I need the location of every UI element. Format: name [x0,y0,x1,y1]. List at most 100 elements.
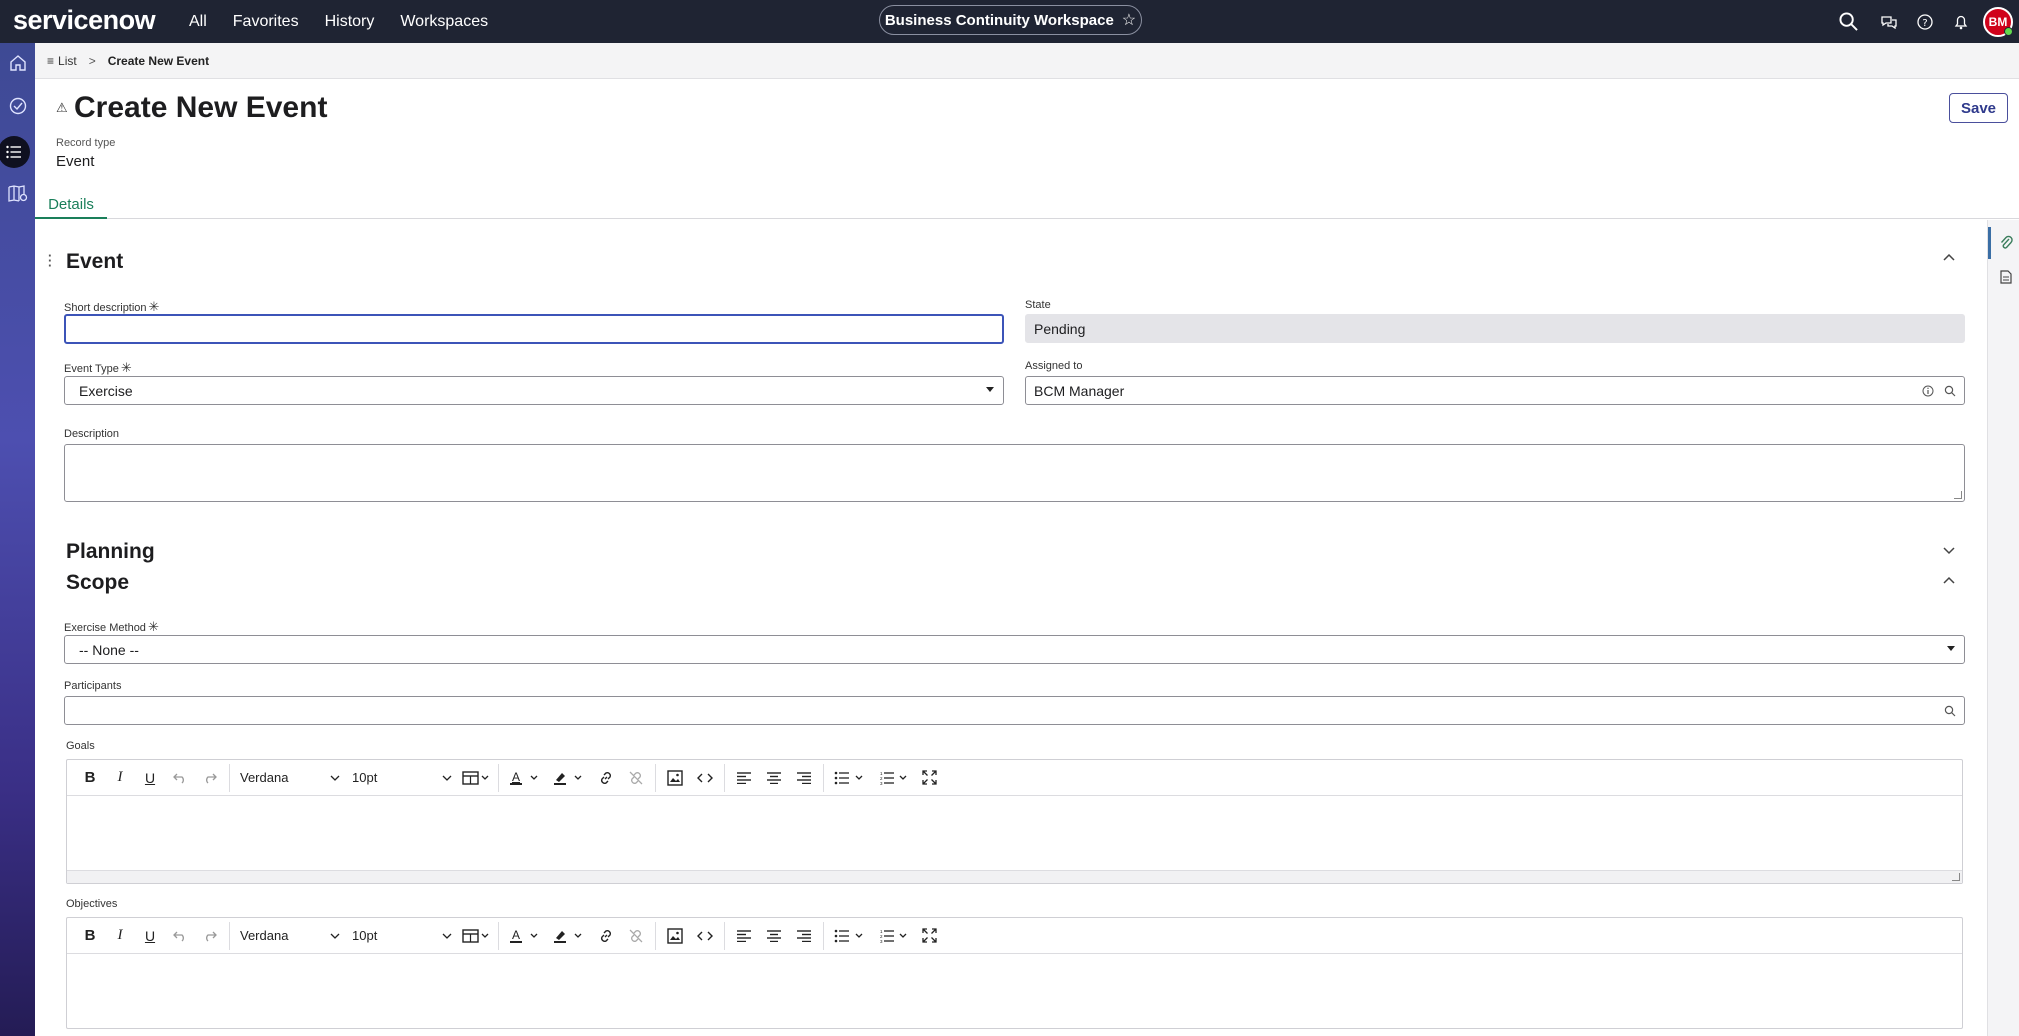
chevron-down-icon [330,933,340,939]
section-title-event: Event [66,250,124,273]
toolbar-divider [823,763,824,792]
nav-workspaces[interactable]: Workspaces [387,13,501,31]
undo-icon[interactable] [165,918,195,954]
bullet-list-icon[interactable] [828,760,872,796]
lookup-search-icon[interactable] [1944,704,1956,720]
resize-handle-icon[interactable] [1952,873,1960,881]
record-type-value: Event [56,153,95,170]
top-navigation-bar: servicenow All Favorites History Workspa… [0,0,2019,43]
toolbar-divider [655,921,656,950]
redo-icon[interactable] [195,918,225,954]
code-icon[interactable] [690,918,720,954]
nav-favorites[interactable]: Favorites [220,13,312,31]
resize-handle-icon[interactable] [1954,491,1962,499]
numbered-list-icon[interactable]: 123 [872,918,916,954]
lookup-search-icon[interactable] [1944,384,1956,400]
toolbar-divider [498,921,499,950]
map-settings-icon[interactable] [0,176,35,212]
exercise-method-value: -- None -- [79,641,139,658]
highlight-color-icon[interactable] [547,760,591,796]
align-right-icon[interactable] [789,760,819,796]
text-color-icon[interactable]: A [503,760,547,796]
numbered-list-icon[interactable]: 123 [872,760,916,796]
short-description-label: Short description ✳ [64,299,160,314]
undo-icon[interactable] [165,760,195,796]
list-icon[interactable] [0,136,30,168]
link-icon[interactable] [591,918,621,954]
bullet-list-icon[interactable] [828,918,872,954]
help-icon[interactable]: ? [1907,0,1943,43]
goals-editor-body[interactable] [67,796,1962,870]
home-icon[interactable] [0,45,35,81]
align-left-icon[interactable] [729,918,759,954]
editor-toolbar: B I U Verdana 10pt A 123 [67,918,1962,954]
event-type-label: Event Type ✳ [64,360,132,375]
font-family-select[interactable]: Verdana [234,918,346,954]
active-indicator [1988,227,1991,259]
exercise-method-select[interactable]: -- None -- [64,635,1965,664]
align-center-icon[interactable] [759,918,789,954]
check-circle-icon[interactable] [0,88,35,124]
breadcrumb-separator: > [88,53,96,68]
participants-input[interactable] [64,696,1965,725]
save-button[interactable]: Save [1949,93,2008,123]
star-icon[interactable]: ☆ [1122,10,1136,30]
attachment-icon[interactable] [1994,231,2018,255]
chevron-up-icon[interactable] [1941,573,1957,589]
font-size-select[interactable]: 10pt [346,760,458,796]
align-center-icon[interactable] [759,760,789,796]
bold-icon[interactable]: B [75,918,105,954]
fullscreen-icon[interactable] [916,918,942,954]
unlink-icon[interactable] [621,760,651,796]
search-icon[interactable] [1825,0,1871,43]
nav-history[interactable]: History [312,13,388,31]
section-title-scope[interactable]: Scope [66,571,129,595]
image-icon[interactable] [660,918,690,954]
bold-icon[interactable]: B [75,760,105,796]
align-right-icon[interactable] [789,918,819,954]
italic-icon[interactable]: I [105,918,135,954]
info-icon[interactable] [1922,384,1934,400]
event-type-select[interactable]: Exercise [64,376,1004,405]
objectives-editor-body[interactable] [67,954,1962,1028]
image-icon[interactable] [660,760,690,796]
workspace-title-pill[interactable]: Business Continuity Workspace ☆ [879,5,1142,35]
font-size-select[interactable]: 10pt [346,918,458,954]
underline-icon[interactable]: U [135,760,165,796]
goals-label: Goals [66,740,95,752]
unlink-icon[interactable] [621,918,651,954]
tab-details[interactable]: Details [35,191,107,219]
assigned-to-field[interactable]: BCM Manager [1025,376,1965,405]
align-left-icon[interactable] [729,760,759,796]
table-icon[interactable] [458,918,494,954]
text-color-icon[interactable]: A [503,918,547,954]
highlight-color-icon[interactable] [547,918,591,954]
breadcrumb-list-link[interactable]: ≡ List [47,54,77,68]
description-textarea[interactable] [64,444,1965,502]
user-avatar[interactable]: BM [1983,6,2013,37]
top-utility-icons: ? BM [1825,0,2019,43]
nav-all[interactable]: All [176,13,220,31]
required-mark: ✳ [120,360,132,375]
section-title-planning[interactable]: Planning [66,540,155,564]
redo-icon[interactable] [195,760,225,796]
fullscreen-icon[interactable] [916,760,942,796]
chevron-up-icon[interactable] [1941,250,1957,266]
record-header: ⚠ Create New Event Record type Event Sav… [35,79,2019,219]
notification-bell-icon[interactable] [1943,0,1979,43]
underline-icon[interactable]: U [135,918,165,954]
list-lines-icon: ≡ [47,53,55,68]
chat-icon[interactable] [1871,0,1907,43]
servicenow-logo[interactable]: servicenow [13,5,156,36]
drag-handle-icon[interactable]: · · · [48,249,52,272]
link-icon[interactable] [591,760,621,796]
code-icon[interactable] [690,760,720,796]
table-icon[interactable] [458,760,494,796]
workspace-title: Business Continuity Workspace [884,11,1114,29]
italic-icon[interactable]: I [105,760,135,796]
chevron-down-icon[interactable] [1941,542,1957,558]
short-description-input[interactable] [64,314,1004,344]
objectives-label: Objectives [66,898,118,910]
font-family-select[interactable]: Verdana [234,760,346,796]
document-icon[interactable] [1994,265,2018,289]
